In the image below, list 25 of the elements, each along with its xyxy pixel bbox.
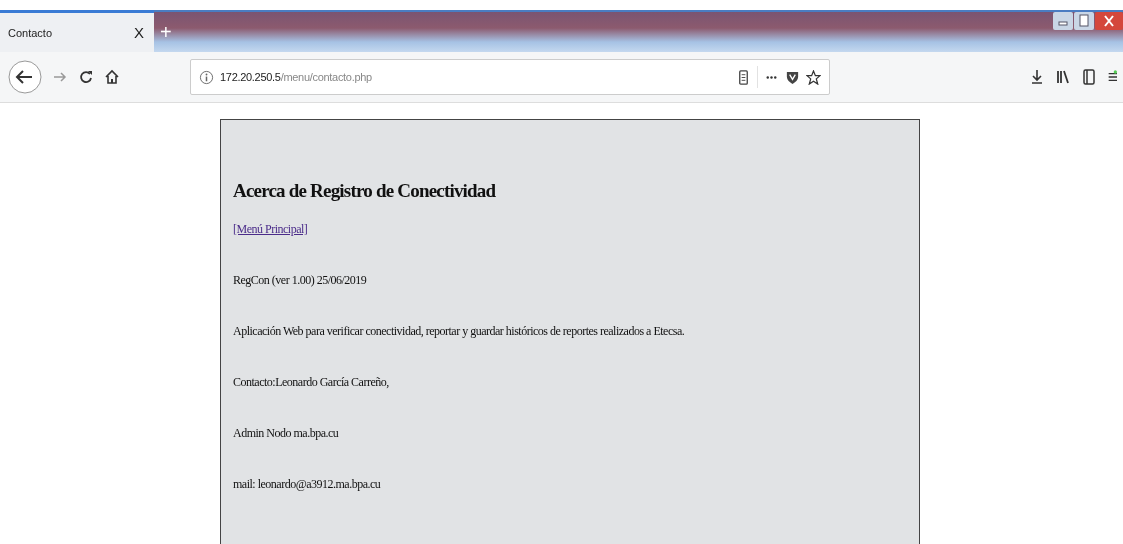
- sidebar-icon[interactable]: [1081, 69, 1097, 85]
- library-icon[interactable]: [1055, 69, 1071, 85]
- info-text: Admin Nodo ma.bpa.cu: [233, 426, 339, 441]
- close-icon[interactable]: [1095, 12, 1123, 30]
- home-icon[interactable]: [104, 69, 120, 85]
- info-text: Contacto:Leonardo García Carreño,: [233, 375, 389, 390]
- address-bar[interactable]: 172.20.250.5/menu/contacto.php: [190, 59, 830, 95]
- info-icon[interactable]: [199, 69, 214, 85]
- back-icon[interactable]: [8, 60, 42, 94]
- main-menu-link[interactable]: [Menú Principal]: [233, 222, 308, 237]
- download-icon[interactable]: [1029, 69, 1045, 85]
- url-text: 172.20.250.5/menu/contacto.php: [220, 71, 372, 83]
- star-icon[interactable]: [806, 69, 821, 85]
- reload-icon[interactable]: [78, 69, 94, 85]
- shield-icon[interactable]: [785, 69, 800, 85]
- new-tab-button[interactable]: +: [154, 12, 178, 52]
- info-text: Aplicación Web para verificar conectividad, reportar y guardar históricos de reportes realizados a Etecsa.: [233, 324, 685, 339]
- info-text: mail: leonardo@a3912.ma.bpa.cu: [233, 477, 381, 492]
- maximize-icon[interactable]: [1074, 12, 1094, 30]
- browser-tab[interactable]: Contacto X: [0, 10, 154, 52]
- info-text: RegCon (ver 1.00) 25/06/2019: [233, 273, 367, 288]
- reader-view-icon[interactable]: [736, 69, 751, 85]
- tab-label: Contacto: [8, 26, 54, 39]
- close-tab-button[interactable]: X: [132, 24, 146, 41]
- page-heading: Acerca de Registro de Conectividad: [233, 180, 496, 202]
